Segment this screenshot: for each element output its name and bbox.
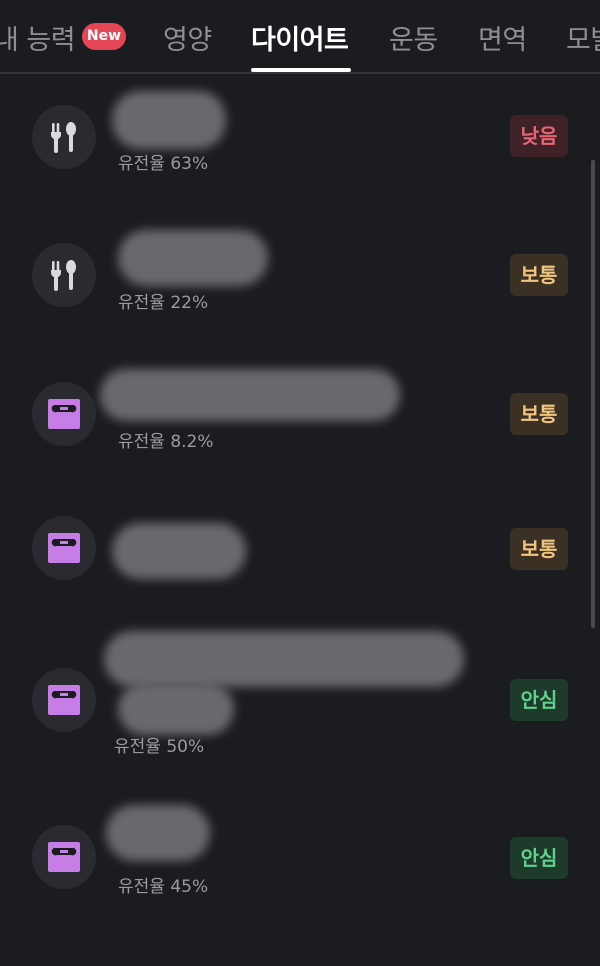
heritability-text: 유전율 22% <box>118 293 209 313</box>
tab-hair[interactable]: 모발 <box>566 18 600 57</box>
utensils-icon <box>32 105 96 169</box>
scale-icon <box>32 516 96 580</box>
redacted-title <box>112 523 246 579</box>
status-badge: 보통 <box>510 528 568 570</box>
status-badge: 낮음 <box>510 115 568 157</box>
list-item[interactable]: 유전율 50% 안심 <box>0 625 600 757</box>
status-badge: 안심 <box>510 679 568 721</box>
list-item[interactable]: 보통 <box>0 487 600 607</box>
list-item[interactable]: 유전율 22% 보통 <box>0 214 600 334</box>
list-item[interactable]: 유전율 8.2% 보통 <box>0 353 600 473</box>
redacted-title <box>104 631 464 687</box>
scrollbar[interactable] <box>591 160 595 628</box>
utensils-icon <box>32 243 96 307</box>
heritability-text: 유전율 8.2% <box>118 432 214 452</box>
status-badge: 보통 <box>510 393 568 435</box>
tab-immunity[interactable]: 면역 <box>478 18 527 57</box>
status-badge: 안심 <box>510 837 568 879</box>
heritability-text: 유전율 63% <box>118 154 209 174</box>
heritability-text: 유전율 50% <box>114 737 205 757</box>
new-badge: New <box>82 23 126 50</box>
tab-diet[interactable]: 다이어트 <box>251 18 349 57</box>
tab-exercise[interactable]: 운동 <box>389 18 438 57</box>
redacted-title <box>100 369 400 421</box>
scale-icon <box>32 825 96 889</box>
category-tab-bar: 내 능력 New 영양 다이어트 운동 면역 모발 <box>0 0 600 74</box>
scale-icon <box>32 668 96 732</box>
redacted-title <box>112 91 226 149</box>
redacted-title <box>118 683 234 735</box>
status-badge: 보통 <box>510 254 568 296</box>
tab-nutrition[interactable]: 영양 <box>163 18 212 57</box>
scale-icon <box>32 382 96 446</box>
heritability-text: 유전율 45% <box>118 877 209 897</box>
active-tab-indicator <box>251 68 351 72</box>
redacted-title <box>106 805 210 861</box>
tab-my-abilities[interactable]: 내 능력 <box>0 18 76 57</box>
list-item[interactable]: 유전율 63% 낮음 <box>0 75 600 195</box>
list-item[interactable]: 유전율 45% 안심 <box>0 795 600 915</box>
redacted-title <box>118 230 268 286</box>
